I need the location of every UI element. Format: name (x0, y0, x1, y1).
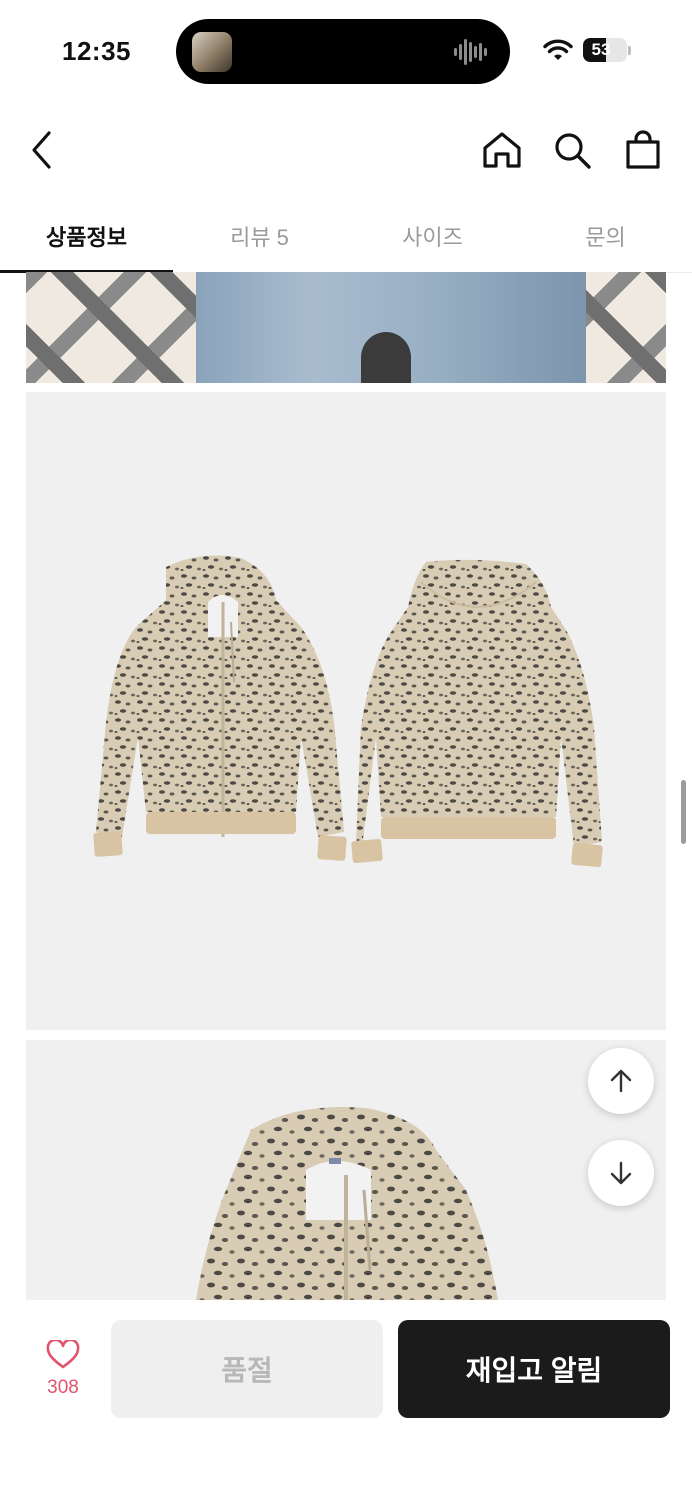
soldout-button: 품절 (111, 1320, 383, 1418)
scroll-to-top-button[interactable] (588, 1048, 654, 1114)
scrollbar-thumb[interactable] (681, 780, 686, 844)
detail-tabs: 상품정보 리뷰 5 사이즈 문의 (0, 200, 692, 273)
tab-product-info[interactable]: 상품정보 (0, 200, 173, 273)
like-count: 308 (47, 1377, 79, 1398)
tab-inquiry[interactable]: 문의 (519, 200, 692, 272)
dynamic-island[interactable] (176, 19, 510, 84)
tab-reviews[interactable]: 리뷰 5 (173, 200, 346, 272)
now-playing-artwork (192, 32, 232, 72)
shopping-bag-icon (626, 130, 660, 169)
heart-icon (46, 1338, 80, 1369)
like-button[interactable]: 308 (26, 1338, 100, 1404)
home-icon (483, 132, 521, 168)
battery-cap (628, 46, 631, 55)
hoodie-back (351, 559, 603, 868)
product-photo-front-back (26, 392, 666, 1030)
wifi-icon (543, 39, 573, 60)
battery-percent: 53 (591, 40, 611, 59)
status-time: 12:35 (62, 36, 131, 66)
chevron-left-icon (32, 131, 51, 169)
arrow-up-icon (610, 1069, 632, 1093)
battery-indicator: 53 (583, 38, 627, 62)
scroll-to-bottom-button[interactable] (588, 1140, 654, 1206)
home-button[interactable] (480, 128, 524, 172)
status-bar: 12:35 53 (0, 0, 692, 100)
restock-alert-button[interactable]: 재입고 알림 (398, 1320, 670, 1418)
cart-button[interactable] (621, 128, 665, 172)
audio-waveform-icon (454, 39, 487, 65)
top-navigation (0, 110, 692, 190)
tab-size[interactable]: 사이즈 (346, 200, 519, 272)
hoodie-front-back-illustration (93, 555, 603, 868)
arrow-down-icon (610, 1161, 632, 1185)
hoodie-closeup-illustration (196, 1106, 498, 1300)
search-icon (555, 133, 591, 169)
product-photo-closeup (26, 1040, 666, 1300)
product-photo-model (26, 272, 666, 383)
search-button[interactable] (550, 128, 594, 172)
jeans-shadow (361, 332, 411, 383)
back-button[interactable] (20, 128, 64, 172)
hoodie-front (93, 555, 347, 861)
